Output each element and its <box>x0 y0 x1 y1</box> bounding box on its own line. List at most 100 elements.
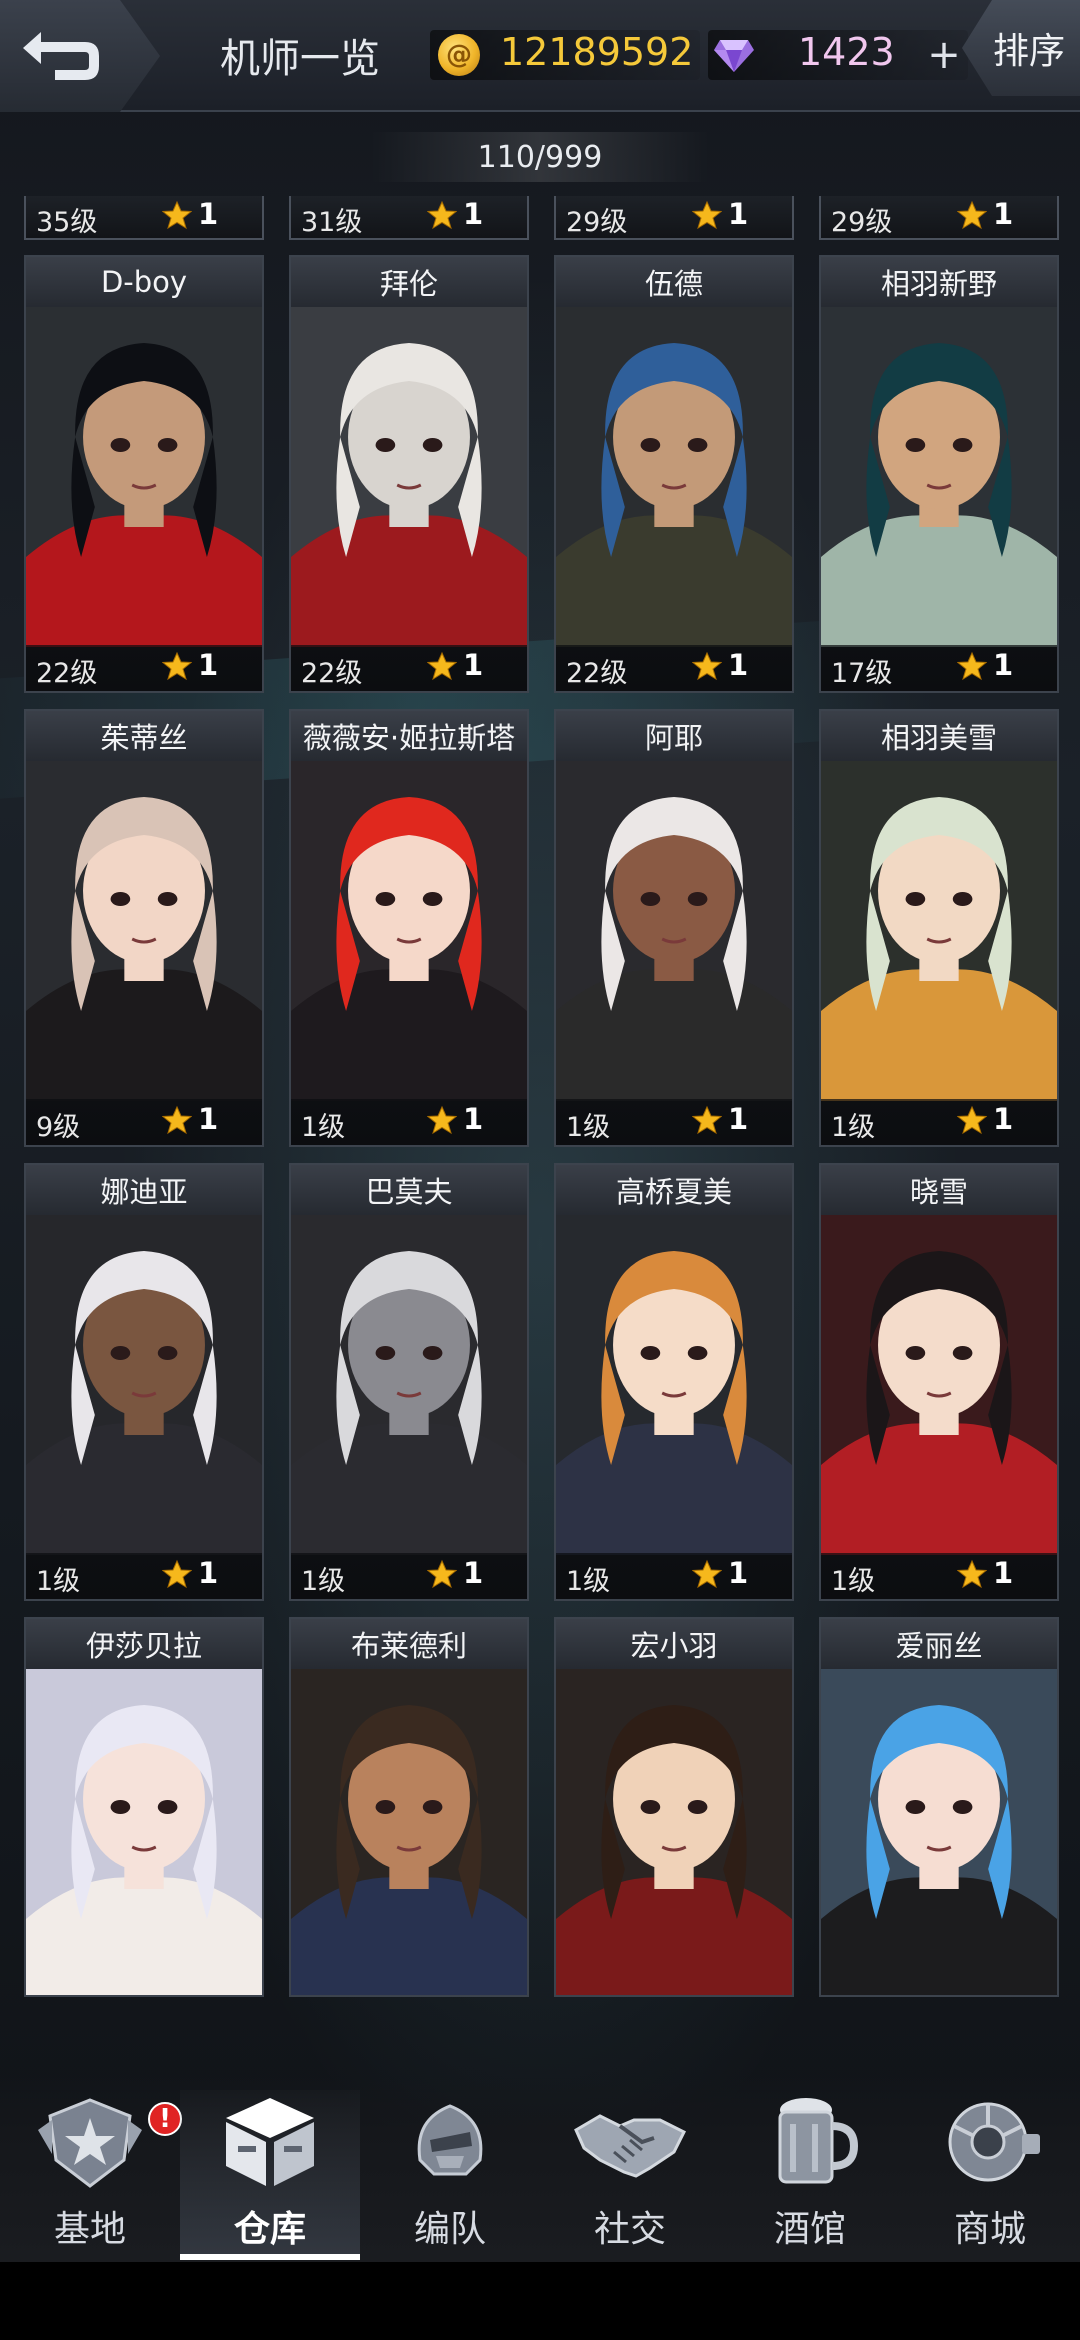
star-count: 1 <box>198 1102 219 1136</box>
pilot-name: 伊莎贝拉 <box>26 1619 262 1669</box>
star-count: 1 <box>463 1556 484 1590</box>
gem-amount: 1423 <box>798 30 895 74</box>
star-icon <box>957 1559 987 1589</box>
nav-label: 仓库 <box>233 2209 306 2250</box>
pilot-card[interactable]: 布莱德利 <box>289 1617 529 1997</box>
pilot-level: 35级 <box>36 207 98 238</box>
tavern-mug-icon <box>778 2098 859 2184</box>
star-count: 1 <box>463 1102 484 1136</box>
pilot-level: 1级 <box>301 1112 346 1143</box>
pilot-card-partial[interactable]: 29级 1 <box>554 196 794 240</box>
star-icon <box>692 200 722 230</box>
pilot-card[interactable]: 爱丽丝 <box>819 1617 1059 1997</box>
pilot-level: 29级 <box>566 207 628 238</box>
star-count: 1 <box>728 1102 749 1136</box>
star-count: 1 <box>993 1102 1014 1136</box>
pilot-info-bar: 1级 1 <box>556 1099 792 1145</box>
star-count: 1 <box>728 197 749 231</box>
base-emblem-icon <box>38 2098 142 2188</box>
back-button[interactable] <box>0 0 160 112</box>
portrait-frame <box>821 1669 1057 1995</box>
pilot-level: 22级 <box>36 658 98 689</box>
pilot-info-bar: 17级 1 <box>821 645 1057 691</box>
star-icon <box>692 651 722 681</box>
pilot-name: 高桥夏美 <box>556 1165 792 1215</box>
coin-amount: 12189592 <box>500 30 694 74</box>
pilot-card-partial[interactable]: 35级 1 <box>24 196 264 240</box>
nav-label: 编队 <box>413 2209 486 2250</box>
pilot-card[interactable]: 薇薇安·姬拉斯塔 1级 1 <box>289 709 529 1147</box>
pilot-portrait <box>556 761 792 1101</box>
pilot-card[interactable]: 茱蒂丝 9级 1 <box>24 709 264 1147</box>
portrait-frame <box>26 1669 262 1995</box>
pilot-card-partial[interactable]: 31级 1 <box>289 196 529 240</box>
pilot-level: 22级 <box>301 658 363 689</box>
pilot-level: 1级 <box>831 1112 876 1143</box>
star-icon <box>692 1559 722 1589</box>
portrait-frame <box>556 761 792 1101</box>
pilot-card[interactable]: 相羽美雪 1级 1 <box>819 709 1059 1147</box>
nav-warehouse[interactable]: 仓库 <box>180 2090 360 2260</box>
pilot-info-bar: 1级 1 <box>821 1099 1057 1145</box>
pilot-info-bar: 1级 1 <box>26 1553 262 1599</box>
nav-tavern[interactable]: 酒馆 <box>720 2090 900 2260</box>
pilot-name: 薇薇安·姬拉斯塔 <box>291 711 527 761</box>
pilot-info-bar: 22级 1 <box>291 645 527 691</box>
pilot-portrait <box>291 1669 527 1995</box>
pilot-card[interactable]: 晓雪 1级 1 <box>819 1163 1059 1601</box>
pilot-name: 布莱德利 <box>291 1619 527 1669</box>
shop-orb-icon <box>948 2102 1040 2182</box>
portrait-frame <box>556 1669 792 1995</box>
pilot-name: 宏小羽 <box>556 1619 792 1669</box>
pilot-level: 1级 <box>301 1566 346 1597</box>
pilot-card[interactable]: 高桥夏美 1级 1 <box>554 1163 794 1601</box>
gold-coin-icon: @ <box>438 34 480 76</box>
pilot-level: 1级 <box>566 1112 611 1143</box>
nav-formation[interactable]: 编队 <box>360 2090 540 2260</box>
portrait-frame <box>291 1215 527 1555</box>
pilot-portrait <box>556 1215 792 1555</box>
pilot-card[interactable]: 巴莫夫 1级 1 <box>289 1163 529 1601</box>
pilot-card[interactable]: 娜迪亚 1级 1 <box>24 1163 264 1601</box>
pilot-portrait <box>821 761 1057 1101</box>
star-icon <box>162 651 192 681</box>
pilot-portrait <box>291 307 527 647</box>
pilot-name: 相羽美雪 <box>821 711 1057 761</box>
pilot-card-partial[interactable]: 29级 1 <box>819 196 1059 240</box>
pilot-card[interactable]: 阿耶 1级 1 <box>554 709 794 1147</box>
sort-button[interactable]: 排序 <box>962 0 1080 96</box>
pilot-list-screen: 机师一览 @ 12189592 1423 + 排序 110/999 35级 1 … <box>0 0 1080 2262</box>
star-count: 1 <box>463 197 484 231</box>
star-count: 1 <box>198 197 219 231</box>
pilot-portrait <box>821 307 1057 647</box>
pilot-portrait <box>26 307 262 647</box>
star-icon <box>957 651 987 681</box>
pilot-name: 伍德 <box>556 257 792 307</box>
pilot-card[interactable]: 相羽新野 17级 1 <box>819 255 1059 693</box>
pilot-card[interactable]: 拜伦 22级 1 <box>289 255 529 693</box>
pilot-name: 巴莫夫 <box>291 1165 527 1215</box>
portrait-frame <box>821 1215 1057 1555</box>
bottom-nav: ! 基地 仓库 编队 社交 酒馆 商城 <box>0 2076 1080 2262</box>
pilot-card[interactable]: D-boy 22级 1 <box>24 255 264 693</box>
pilot-info-bar: 9级 1 <box>26 1099 262 1145</box>
nav-social[interactable]: 社交 <box>540 2090 720 2260</box>
pilot-card[interactable]: 宏小羽 <box>554 1617 794 1997</box>
pilot-card[interactable]: 伊莎贝拉 <box>24 1617 264 1997</box>
pilot-portrait <box>556 307 792 647</box>
star-count: 1 <box>198 1556 219 1590</box>
pilot-card[interactable]: 伍德 22级 1 <box>554 255 794 693</box>
pilot-level: 9级 <box>36 1112 81 1143</box>
pilot-count: 110/999 <box>370 132 710 182</box>
star-icon <box>162 1105 192 1135</box>
nav-base[interactable]: ! 基地 <box>0 2090 182 2260</box>
nav-shop[interactable]: 商城 <box>900 2090 1080 2260</box>
add-gems-button[interactable]: + <box>922 30 966 80</box>
pilot-name: 拜伦 <box>291 257 527 307</box>
nav-label: 酒馆 <box>773 2209 846 2250</box>
portrait-frame <box>26 307 262 647</box>
pilot-info-bar: 1级 1 <box>821 1553 1057 1599</box>
star-icon <box>692 1105 722 1135</box>
star-count: 1 <box>728 1556 749 1590</box>
star-icon <box>427 200 457 230</box>
